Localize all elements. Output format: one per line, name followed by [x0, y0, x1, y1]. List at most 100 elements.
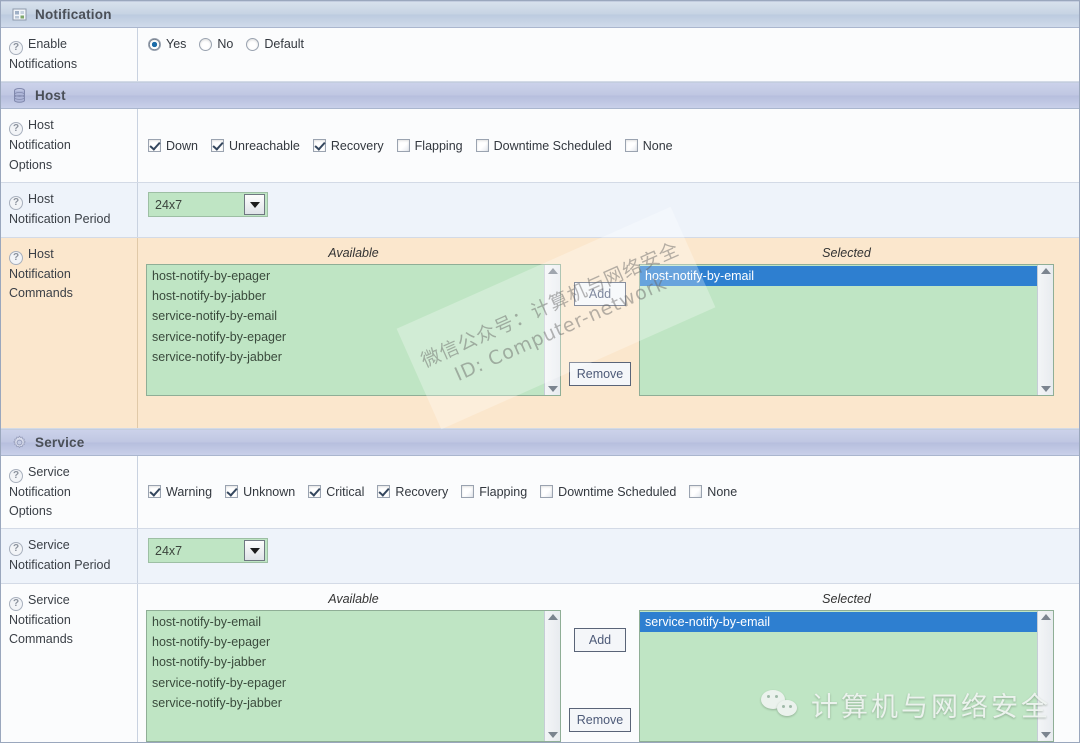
- scroll-down-icon[interactable]: [1041, 386, 1051, 392]
- label-line-3: Commands: [9, 632, 73, 646]
- host-transfer-buttons: Add Remove: [561, 244, 639, 396]
- chevron-down-icon[interactable]: [244, 540, 265, 561]
- list-item[interactable]: host-notify-by-epager: [147, 266, 544, 286]
- checkbox-unknown[interactable]: [225, 485, 238, 498]
- checkbox-option-none[interactable]: None: [689, 485, 737, 499]
- checkbox-option-down[interactable]: Down: [148, 139, 198, 153]
- list-item[interactable]: service-notify-by-email: [640, 612, 1037, 632]
- service-remove-button[interactable]: Remove: [569, 708, 632, 732]
- label-line-1: Host: [28, 247, 54, 261]
- label-line-2: Notification: [9, 267, 71, 281]
- scroll-up-icon[interactable]: [548, 268, 558, 274]
- list-item[interactable]: service-notify-by-email: [147, 306, 544, 326]
- list-item[interactable]: host-notify-by-jabber: [147, 286, 544, 306]
- scroll-up-icon[interactable]: [1041, 614, 1051, 620]
- list-item[interactable]: host-notify-by-email: [640, 266, 1037, 286]
- checkbox-none[interactable]: [625, 139, 638, 152]
- checkbox-option-downtime-scheduled[interactable]: Downtime Scheduled: [540, 485, 676, 499]
- checkbox-down[interactable]: [148, 139, 161, 152]
- checkbox-recovery[interactable]: [377, 485, 390, 498]
- question-icon[interactable]: ?: [9, 41, 23, 55]
- checkbox-label-warning: Warning: [166, 485, 212, 499]
- radio-option-yes[interactable]: Yes: [148, 37, 186, 51]
- radio-option-default[interactable]: Default: [246, 37, 304, 51]
- select-service-notification-period[interactable]: 24x7: [148, 538, 268, 563]
- host-remove-button[interactable]: Remove: [569, 362, 632, 386]
- value-service-notification-options: Warning Unknown Critical Recovery Flappi…: [138, 456, 1079, 529]
- checkbox-critical[interactable]: [308, 485, 321, 498]
- checkbox-label-flapping: Flapping: [415, 139, 463, 153]
- checkbox-none[interactable]: [689, 485, 702, 498]
- checkbox-option-critical[interactable]: Critical: [308, 485, 364, 499]
- label-line-2: Notification: [9, 138, 71, 152]
- checkbox-flapping[interactable]: [397, 139, 410, 152]
- label-host-notification-options: ?Host Notification Options: [1, 109, 138, 182]
- radio-option-no[interactable]: No: [199, 37, 233, 51]
- chevron-down-icon[interactable]: [244, 194, 265, 215]
- host-selected-scrollbar[interactable]: [1037, 265, 1053, 395]
- list-item[interactable]: service-notify-by-epager: [147, 673, 544, 693]
- host-available-title: Available: [146, 244, 561, 264]
- checkbox-label-recovery: Recovery: [331, 139, 384, 153]
- service-available-listbox[interactable]: host-notify-by-email host-notify-by-epag…: [146, 610, 561, 742]
- value-enable-notifications: Yes No Default: [138, 28, 1079, 81]
- checkbox-option-none[interactable]: None: [625, 139, 673, 153]
- host-available-scrollbar[interactable]: [544, 265, 560, 395]
- question-icon[interactable]: ?: [9, 196, 23, 210]
- checkbox-option-unknown[interactable]: Unknown: [225, 485, 295, 499]
- list-item[interactable]: host-notify-by-email: [147, 612, 544, 632]
- radio-no[interactable]: [199, 38, 212, 51]
- host-add-button[interactable]: Add: [574, 282, 626, 306]
- scroll-down-icon[interactable]: [548, 386, 558, 392]
- question-icon[interactable]: ?: [9, 542, 23, 556]
- row-host-notification-period: ?Host Notification Period 24x7: [1, 183, 1079, 237]
- row-service-notification-period: ?Service Notification Period 24x7: [1, 529, 1079, 583]
- checkbox-option-flapping[interactable]: Flapping: [461, 485, 527, 499]
- checkbox-option-warning[interactable]: Warning: [148, 485, 212, 499]
- checkbox-recovery[interactable]: [313, 139, 326, 152]
- section-header-notification: Notification: [1, 1, 1079, 28]
- checkbox-flapping[interactable]: [461, 485, 474, 498]
- checkbox-option-recovery[interactable]: Recovery: [313, 139, 384, 153]
- radio-yes[interactable]: [148, 38, 161, 51]
- question-icon[interactable]: ?: [9, 251, 23, 265]
- question-icon[interactable]: ?: [9, 597, 23, 611]
- select-host-notification-period[interactable]: 24x7: [148, 192, 268, 217]
- scroll-up-icon[interactable]: [548, 614, 558, 620]
- host-available-listbox[interactable]: host-notify-by-epager host-notify-by-jab…: [146, 264, 561, 396]
- checkbox-option-flapping[interactable]: Flapping: [397, 139, 463, 153]
- checkbox-option-recovery[interactable]: Recovery: [377, 485, 448, 499]
- scroll-up-icon[interactable]: [1041, 268, 1051, 274]
- scroll-down-icon[interactable]: [1041, 732, 1051, 738]
- list-item[interactable]: service-notify-by-jabber: [147, 693, 544, 713]
- service-available-title: Available: [146, 590, 561, 610]
- service-add-button[interactable]: Add: [574, 628, 626, 652]
- service-selected-items: service-notify-by-email: [640, 611, 1037, 741]
- list-item[interactable]: service-notify-by-jabber: [147, 347, 544, 367]
- section-header-host: Host: [1, 82, 1079, 109]
- checkbox-downtime-scheduled[interactable]: [540, 485, 553, 498]
- scroll-down-icon[interactable]: [548, 732, 558, 738]
- service-available-scrollbar[interactable]: [544, 611, 560, 741]
- service-selected-scrollbar[interactable]: [1037, 611, 1053, 741]
- value-host-notification-period: 24x7: [138, 183, 1079, 236]
- checkbox-option-downtime-scheduled[interactable]: Downtime Scheduled: [476, 139, 612, 153]
- section-header-service: Service: [1, 429, 1079, 456]
- service-selected-listbox[interactable]: service-notify-by-email: [639, 610, 1054, 742]
- label-line-2: Notification Period: [9, 212, 110, 226]
- list-item[interactable]: host-notify-by-epager: [147, 632, 544, 652]
- label-host-notification-period: ?Host Notification Period: [1, 183, 138, 236]
- checkbox-warning[interactable]: [148, 485, 161, 498]
- question-icon[interactable]: ?: [9, 469, 23, 483]
- checkbox-downtime-scheduled[interactable]: [476, 139, 489, 152]
- checkbox-unreachable[interactable]: [211, 139, 224, 152]
- dual-list-service-commands: Available host-notify-by-email host-noti…: [146, 590, 1071, 742]
- radio-label-no: No: [217, 37, 233, 51]
- host-selected-listbox[interactable]: host-notify-by-email: [639, 264, 1054, 396]
- question-icon[interactable]: ?: [9, 122, 23, 136]
- radio-default[interactable]: [246, 38, 259, 51]
- database-icon: [11, 88, 27, 104]
- list-item[interactable]: service-notify-by-epager: [147, 327, 544, 347]
- checkbox-option-unreachable[interactable]: Unreachable: [211, 139, 300, 153]
- list-item[interactable]: host-notify-by-jabber: [147, 652, 544, 672]
